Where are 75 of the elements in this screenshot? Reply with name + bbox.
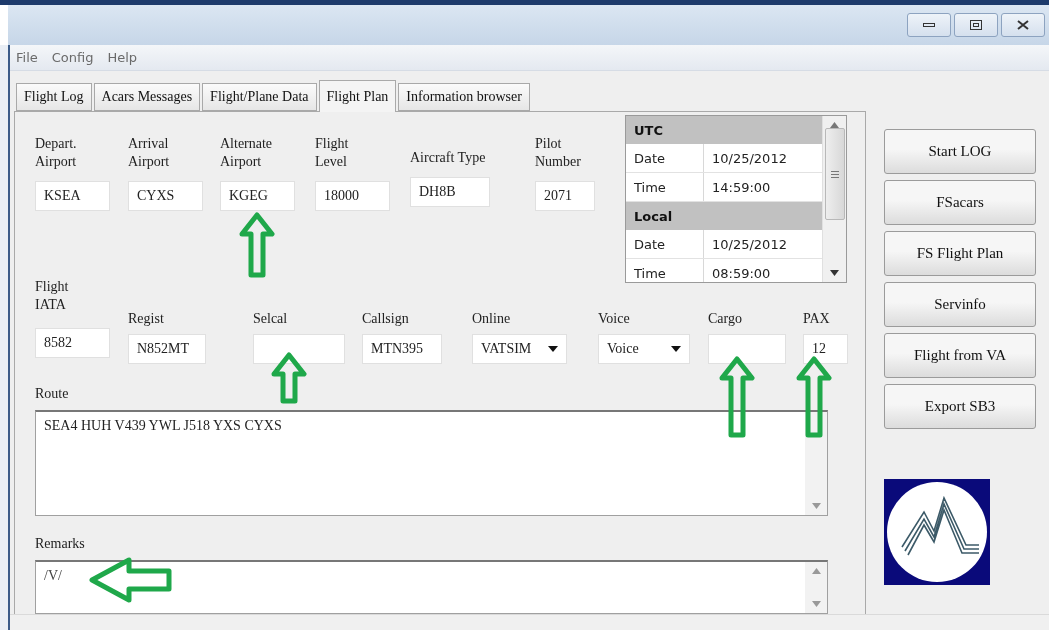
table-cell-text: 08:59:00 [711,264,772,282]
field-label: Cargo [708,310,743,328]
side-button[interactable]: Servinfo [884,282,1036,327]
scroll-down-icon[interactable] [830,270,839,276]
field-label: Callsign [362,310,410,328]
arrow-icon [271,352,307,404]
menu-item[interactable]: File [16,50,38,65]
side-button[interactable]: Start LOG [884,129,1036,174]
tab[interactable]: Flight Log [16,83,92,111]
input-field[interactable]: MTN395 [362,334,442,364]
table-cell: Time [626,173,704,201]
scroll-up-icon[interactable] [811,568,821,574]
input-field[interactable] [708,334,786,364]
minimize-button[interactable] [907,13,951,37]
arrow-icon [239,212,275,278]
field-label: Flight IATA [35,278,70,314]
route-field[interactable]: SEA4 HUH V439 YWL J518 YXS CYXS [35,410,828,516]
dropdown[interactable]: VATSIM [472,334,567,364]
field-label: Depart. Airport [35,135,78,171]
menu-item[interactable]: Config [51,50,94,65]
field-label: Flight Level [315,135,350,171]
side-button[interactable]: Flight from VA [884,333,1036,378]
arrow-icon [89,556,173,604]
table-cell-text: 10/25/2012 [711,149,788,168]
tab[interactable]: Flight/Plane Data [202,83,317,111]
input-field[interactable]: KGEG [220,181,295,211]
group-header: UTC [626,116,822,144]
field-label: Arrival Airport [128,135,171,171]
scrollbar[interactable] [822,116,846,282]
input-field[interactable]: 12 [803,334,848,364]
input-field[interactable]: N852MT [128,334,206,364]
tab[interactable]: Information browser [398,83,530,111]
side-button[interactable]: FS Flight Plan [884,231,1036,276]
field-label: Remarks [35,536,86,552]
field-label: PAX [803,310,831,328]
field-label: Voice [598,310,631,328]
remarks-field[interactable]: /V/ [35,560,828,614]
field-label: Regist [128,310,165,328]
field-label: Online [472,310,512,328]
grip-icon [830,170,839,178]
minimize-icon [923,23,935,27]
input-field[interactable] [253,334,345,364]
input-field[interactable]: 8582 [35,328,110,358]
tab[interactable]: Acars Messages [93,83,201,111]
input-field[interactable]: 2071 [535,181,595,211]
arrow-icon [796,356,832,438]
input-field[interactable]: DH8B [410,177,490,207]
dropdown[interactable]: Voice [598,334,690,364]
input-field[interactable]: 18000 [315,181,390,211]
mountain-logo-icon [884,479,990,585]
side-button[interactable]: FSacars [884,180,1036,225]
close-button[interactable] [1001,13,1045,37]
field-label: Selcal [253,310,289,328]
table-cell: Time [626,259,704,282]
field-label: Pilot Number [535,135,582,171]
dropdown-arrow-icon [671,346,681,352]
scroll-thumb[interactable] [824,128,845,220]
table-cell: Date [626,144,704,172]
side-button[interactable]: Export SB3 [884,384,1036,429]
field-label: Route [35,386,70,402]
field-label: Alternate Airport [220,135,274,171]
close-icon [1017,20,1029,30]
table-cell: Date [626,230,704,258]
arrow-icon [719,356,755,438]
menu-item[interactable]: Help [107,50,138,65]
maximize-icon [970,20,982,30]
input-field[interactable]: CYXS [128,181,203,211]
group-header: Local [626,202,822,230]
maximize-button[interactable] [954,13,998,37]
input-field[interactable]: KSEA [35,181,110,211]
table-cell-text: 14:59:00 [711,178,772,197]
tab[interactable]: Flight Plan [318,80,397,112]
dropdown-arrow-icon [548,346,558,352]
field-label: Aircraft Type [410,149,487,167]
table-cell-text: 10/25/2012 [711,235,788,254]
